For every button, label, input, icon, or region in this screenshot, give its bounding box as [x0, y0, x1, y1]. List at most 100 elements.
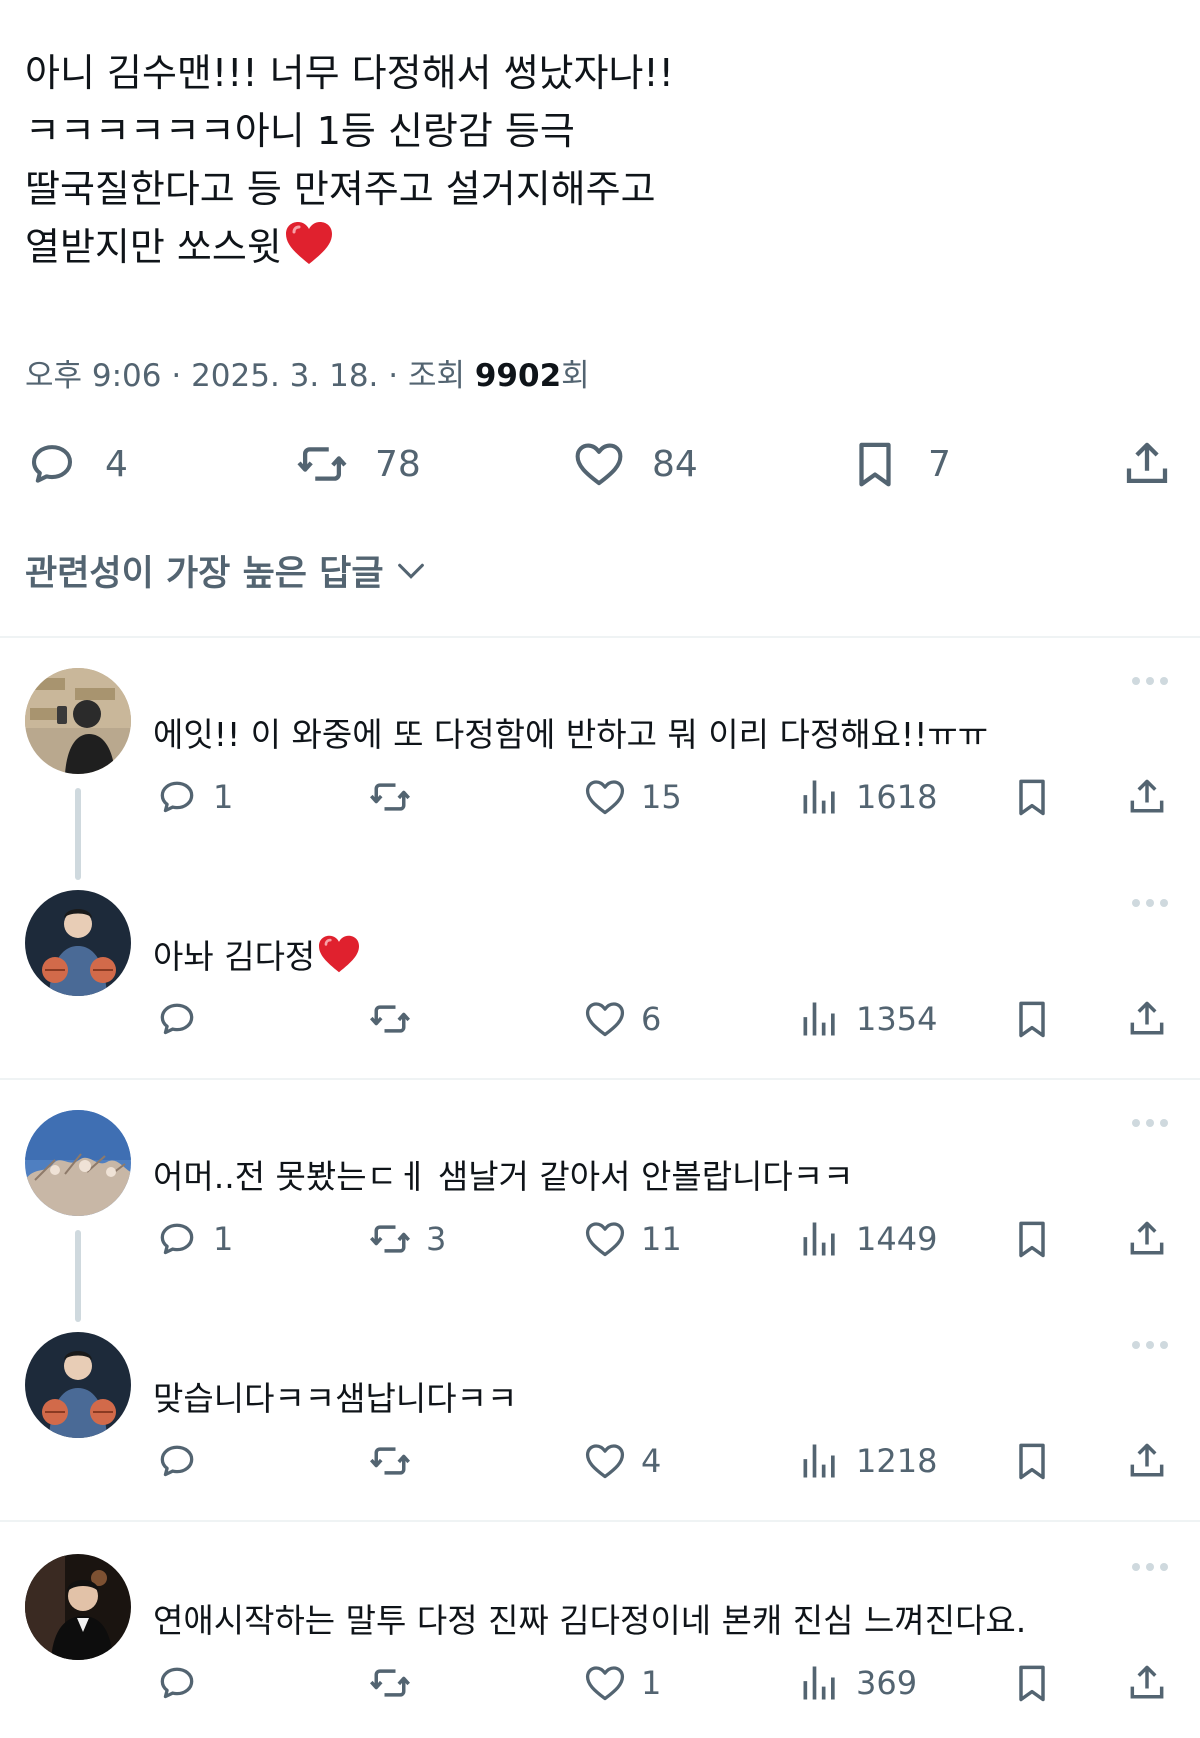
reply-item[interactable]: 에잇!! 이 와중에 또 다정함에 반하고 뭐 이리 다정해요!!ㅠㅠ 1 15…: [0, 668, 1200, 878]
avatar[interactable]: [25, 1332, 131, 1438]
more-options-icon[interactable]: [1130, 1336, 1170, 1349]
retweet-count: 3: [426, 1220, 447, 1258]
reply-action-bar: 1 15 1618: [0, 772, 1200, 822]
comment-icon: [160, 1667, 194, 1699]
like-button[interactable]: 4: [583, 1436, 661, 1486]
like-count: 1: [641, 1664, 662, 1702]
reply-button[interactable]: [155, 1658, 213, 1708]
bookmark-icon: [1019, 1665, 1045, 1702]
share-button[interactable]: [1125, 1436, 1169, 1486]
heart-icon: [585, 780, 625, 815]
reply-button[interactable]: [155, 994, 213, 1044]
share-button[interactable]: [1125, 1214, 1169, 1264]
bookmark-icon: [1019, 1221, 1045, 1258]
like-count: 11: [641, 1220, 682, 1258]
reply-action-bar: 1 369: [0, 1658, 1200, 1708]
share-button[interactable]: [1125, 994, 1169, 1044]
avatar[interactable]: [25, 1554, 131, 1660]
avatar[interactable]: [25, 1110, 131, 1216]
views-count: 369: [856, 1664, 918, 1702]
reply-count: 4: [105, 443, 128, 485]
reply-item[interactable]: 어머..전 못봤는ㄷㅔ 샘날거 같아서 안볼랍니다ㅋㅋ 1 3 11 1449: [0, 1110, 1200, 1320]
like-count: 84: [652, 443, 698, 485]
bar-chart-icon: [803, 1666, 835, 1700]
retweet-button[interactable]: [368, 772, 426, 822]
retweet-button[interactable]: [368, 1436, 426, 1486]
post-meta: 오후 9:06 · 2025. 3. 18. · 조회 9902회: [25, 350, 590, 395]
reply-count: 1: [213, 778, 234, 816]
bookmark-button[interactable]: [1010, 1214, 1054, 1264]
retweet-button[interactable]: [368, 994, 426, 1044]
comment-icon: [160, 1003, 194, 1035]
more-options-icon[interactable]: [1130, 672, 1170, 685]
like-button[interactable]: 1: [583, 1658, 661, 1708]
comment-icon: [160, 1223, 194, 1255]
bookmark-button[interactable]: [1010, 1436, 1054, 1486]
heart-icon: [585, 1444, 625, 1479]
like-count: 15: [641, 778, 682, 816]
views-button[interactable]: 1218: [798, 1436, 937, 1486]
views-button[interactable]: 1354: [798, 994, 937, 1044]
retweet-button[interactable]: 3: [368, 1214, 446, 1264]
reply-button[interactable]: [155, 1436, 213, 1486]
bookmark-icon: [1019, 779, 1045, 816]
bookmark-button[interactable]: [1010, 1658, 1054, 1708]
bar-chart-icon: [803, 1222, 835, 1256]
reply-action-bar: 4 1218: [0, 1436, 1200, 1486]
retweet-icon: [370, 1447, 410, 1475]
bar-chart-icon: [803, 780, 835, 814]
avatar[interactable]: [25, 890, 131, 996]
share-icon: [1126, 442, 1168, 484]
bookmark-count: 7: [928, 443, 951, 485]
reply-item[interactable]: 아놔 김다정 6 1354: [0, 890, 1200, 1100]
retweet-icon: [370, 1225, 410, 1253]
views-button[interactable]: 1618: [798, 772, 937, 822]
reply-item[interactable]: 맞습니다ㅋㅋ샘납니다ㅋㅋ 4 1218: [0, 1332, 1200, 1542]
more-options-icon[interactable]: [1130, 1558, 1170, 1571]
views-count: 1354: [856, 1000, 938, 1038]
bookmark-icon: [859, 442, 891, 487]
like-button[interactable]: 15: [583, 772, 682, 822]
reply-text: 어머..전 못봤는ㄷㅔ 샘날거 같아서 안볼랍니다ㅋㅋ: [153, 1157, 854, 1196]
avatar[interactable]: [25, 668, 131, 774]
views-button[interactable]: 369: [798, 1658, 917, 1708]
reply-button[interactable]: 1: [155, 1214, 233, 1264]
share-button[interactable]: [1120, 432, 1174, 496]
reply-text: 에잇!! 이 와중에 또 다정함에 반하고 뭐 이리 다정해요!!ㅠㅠ: [153, 715, 989, 754]
reply-button[interactable]: 1: [155, 772, 233, 822]
reply-button[interactable]: 4: [25, 432, 128, 496]
view-count: 9902: [474, 358, 562, 394]
like-button[interactable]: 84: [572, 432, 698, 496]
retweet-icon: [297, 447, 347, 481]
bar-chart-icon: [803, 1444, 835, 1478]
retweet-button[interactable]: 78: [295, 432, 421, 496]
bookmark-button[interactable]: 7: [848, 432, 951, 496]
bar-chart-icon: [803, 1002, 835, 1036]
heart-icon: [585, 1666, 625, 1701]
post-timestamp: 오후 9:06 · 2025. 3. 18. · 조회: [25, 358, 475, 394]
reply-item[interactable]: 연애시작하는 말투 다정 진짜 김다정이네 본캐 진심 느껴진다요. 1 369: [0, 1554, 1200, 1738]
retweet-icon: [370, 1005, 410, 1033]
share-icon: [1130, 1221, 1164, 1255]
reply-text: 연애시작하는 말투 다정 진짜 김다정이네 본캐 진심 느껴진다요.: [153, 1601, 1027, 1640]
more-options-icon[interactable]: [1130, 894, 1170, 907]
reply-sort-dropdown[interactable]: 관련성이 가장 높은 답글: [25, 545, 428, 596]
comment-icon: [160, 781, 194, 813]
more-options-icon[interactable]: [1130, 1114, 1170, 1127]
comment-icon: [31, 445, 73, 483]
views-count: 1218: [856, 1442, 938, 1480]
like-button[interactable]: 11: [583, 1214, 682, 1264]
bookmark-button[interactable]: [1010, 994, 1054, 1044]
reply-count: 1: [213, 1220, 234, 1258]
retweet-button[interactable]: [368, 1658, 426, 1708]
share-button[interactable]: [1125, 772, 1169, 822]
views-count: 1449: [856, 1220, 938, 1258]
like-button[interactable]: 6: [583, 994, 661, 1044]
share-button[interactable]: [1125, 1658, 1169, 1708]
bookmark-icon: [1019, 1443, 1045, 1480]
bookmark-button[interactable]: [1010, 772, 1054, 822]
retweet-icon: [370, 783, 410, 811]
reply-text: 맞습니다ㅋㅋ샘납니다ㅋㅋ: [153, 1379, 518, 1418]
reply-action-bar: 1 3 11 1449: [0, 1214, 1200, 1264]
views-button[interactable]: 1449: [798, 1214, 937, 1264]
